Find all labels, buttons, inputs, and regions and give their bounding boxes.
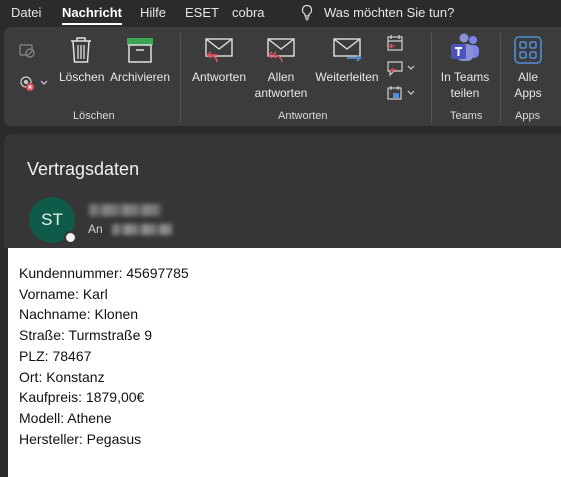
body-line: Straße: Turmstraße 9 xyxy=(19,327,153,344)
group-label-antworten: Antworten xyxy=(278,110,328,122)
forward-button[interactable]: Weiterleiten xyxy=(313,35,381,85)
group-label-teams: Teams xyxy=(450,110,483,122)
reply-button[interactable]: Antworten xyxy=(188,35,250,85)
menu-hilfe[interactable]: Hilfe xyxy=(140,5,166,20)
delete-button[interactable]: Löschen xyxy=(59,35,105,85)
reply-all-label-line2: antworten xyxy=(254,86,308,100)
message-header: Vertragsdaten ST An xyxy=(4,134,561,248)
recipient-redacted xyxy=(112,224,172,235)
reply-label: Antworten xyxy=(191,70,247,84)
group-label-apps: Apps xyxy=(515,110,541,122)
forward-label: Weiterleiten xyxy=(315,70,379,84)
apps-grid-icon xyxy=(514,36,542,64)
share-to-teams-line1: In Teams xyxy=(440,70,490,84)
all-apps-line1: Alle xyxy=(517,70,538,84)
lightbulb-icon xyxy=(301,4,313,21)
group-separator xyxy=(431,33,432,123)
body-line: Nachname: Klonen xyxy=(19,306,139,323)
sender-name-redacted xyxy=(89,204,161,216)
recipient-label: An xyxy=(88,222,103,236)
body-line: Vorname: Karl xyxy=(19,285,108,302)
reply-icon xyxy=(205,38,233,63)
body-line: Kundennummer: 45697785 xyxy=(19,265,189,281)
body-line: Ort: Konstanz xyxy=(19,368,105,385)
group-separator xyxy=(500,33,501,123)
menu-cobra[interactable]: cobra xyxy=(232,5,265,20)
meeting-reply-icon[interactable] xyxy=(385,34,407,57)
body-line: Hersteller: Pegasus xyxy=(19,430,142,447)
all-apps-button[interactable]: Alle Apps xyxy=(506,35,550,101)
archive-icon xyxy=(127,38,153,63)
archive-label: Archivieren xyxy=(109,70,171,84)
menu-eset[interactable]: ESET xyxy=(185,5,219,20)
teams-icon xyxy=(451,33,479,61)
ignore-icon[interactable] xyxy=(18,41,36,64)
tell-me-search[interactable]: Was möchten Sie tun? xyxy=(300,4,454,21)
group-separator xyxy=(180,33,181,123)
body-line: PLZ: 78467 xyxy=(19,347,92,364)
message-subject: Vertragsdaten xyxy=(27,159,140,179)
more-reply-dropdown[interactable] xyxy=(385,84,417,107)
trash-icon xyxy=(71,37,91,63)
ribbon: Löschen Archivieren Löschen Antworten Al… xyxy=(4,27,561,126)
body-line: Kaufpreis: 1879,00€ xyxy=(19,389,145,406)
menu-bar: Datei Nachricht Hilfe ESET cobra Was möc… xyxy=(0,0,561,26)
share-to-teams-line2: teilen xyxy=(450,86,480,100)
forward-icon xyxy=(333,38,363,62)
reply-all-label-line1: Allen xyxy=(267,70,295,84)
im-reply-dropdown[interactable] xyxy=(385,59,417,82)
archive-button[interactable]: Archivieren xyxy=(108,35,172,85)
menu-nachricht[interactable]: Nachricht xyxy=(62,5,122,25)
message-body: Kundennummer: 45697785 Vorname: Karl Nac… xyxy=(8,248,561,477)
menu-datei[interactable]: Datei xyxy=(11,5,41,20)
body-line: Modell: Athene xyxy=(19,409,112,426)
reply-all-button[interactable]: Allen antworten xyxy=(250,35,312,101)
all-apps-line2: Apps xyxy=(514,86,542,100)
junk-dropdown[interactable] xyxy=(18,74,50,97)
presence-status-icon xyxy=(64,231,77,244)
reply-all-icon xyxy=(267,38,295,63)
group-label-loeschen: Löschen xyxy=(73,110,115,122)
share-to-teams-button[interactable]: In Teams teilen xyxy=(437,33,493,101)
delete-label: Löschen xyxy=(59,70,105,84)
avatar-initials: ST xyxy=(41,210,63,229)
tell-me-placeholder: Was möchten Sie tun? xyxy=(324,5,455,20)
